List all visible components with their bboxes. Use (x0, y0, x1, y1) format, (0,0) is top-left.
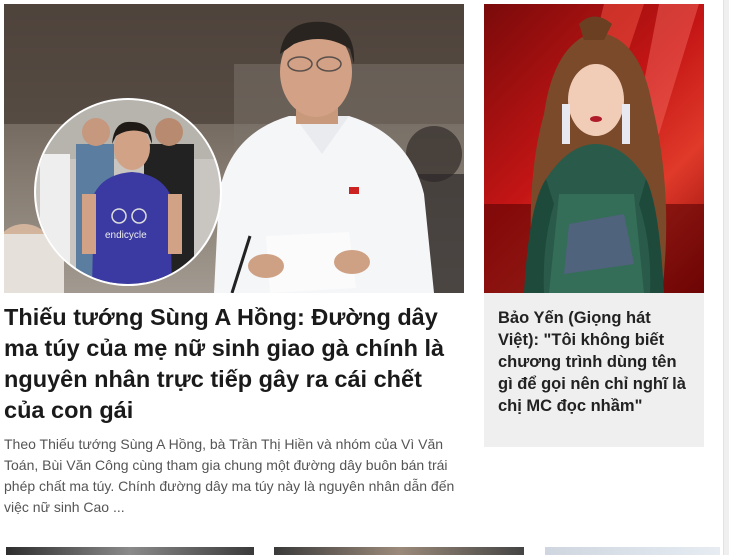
side-article-image[interactable] (484, 4, 704, 293)
side-article-card[interactable]: Bảo Yến (Giọng hát Việt): "Tôi không biế… (484, 4, 704, 447)
right-gutter (724, 0, 729, 555)
side-article-title[interactable]: Bảo Yến (Giọng hát Việt): "Tôi không biế… (498, 307, 694, 417)
inset-shirt-text: endicycle (105, 230, 147, 241)
main-article-summary: Theo Thiếu tướng Sùng A Hồng, bà Trần Th… (4, 436, 455, 515)
next-row-thumbnails (0, 547, 729, 555)
next-thumbnail-2[interactable] (274, 547, 524, 555)
main-article-title[interactable]: Thiếu tướng Sùng A Hồng: Đường dây ma tú… (4, 302, 464, 426)
next-thumbnail-3[interactable] (545, 547, 720, 555)
next-thumbnail-1[interactable] (6, 547, 254, 555)
main-article-image[interactable]: endicycle (4, 4, 464, 293)
